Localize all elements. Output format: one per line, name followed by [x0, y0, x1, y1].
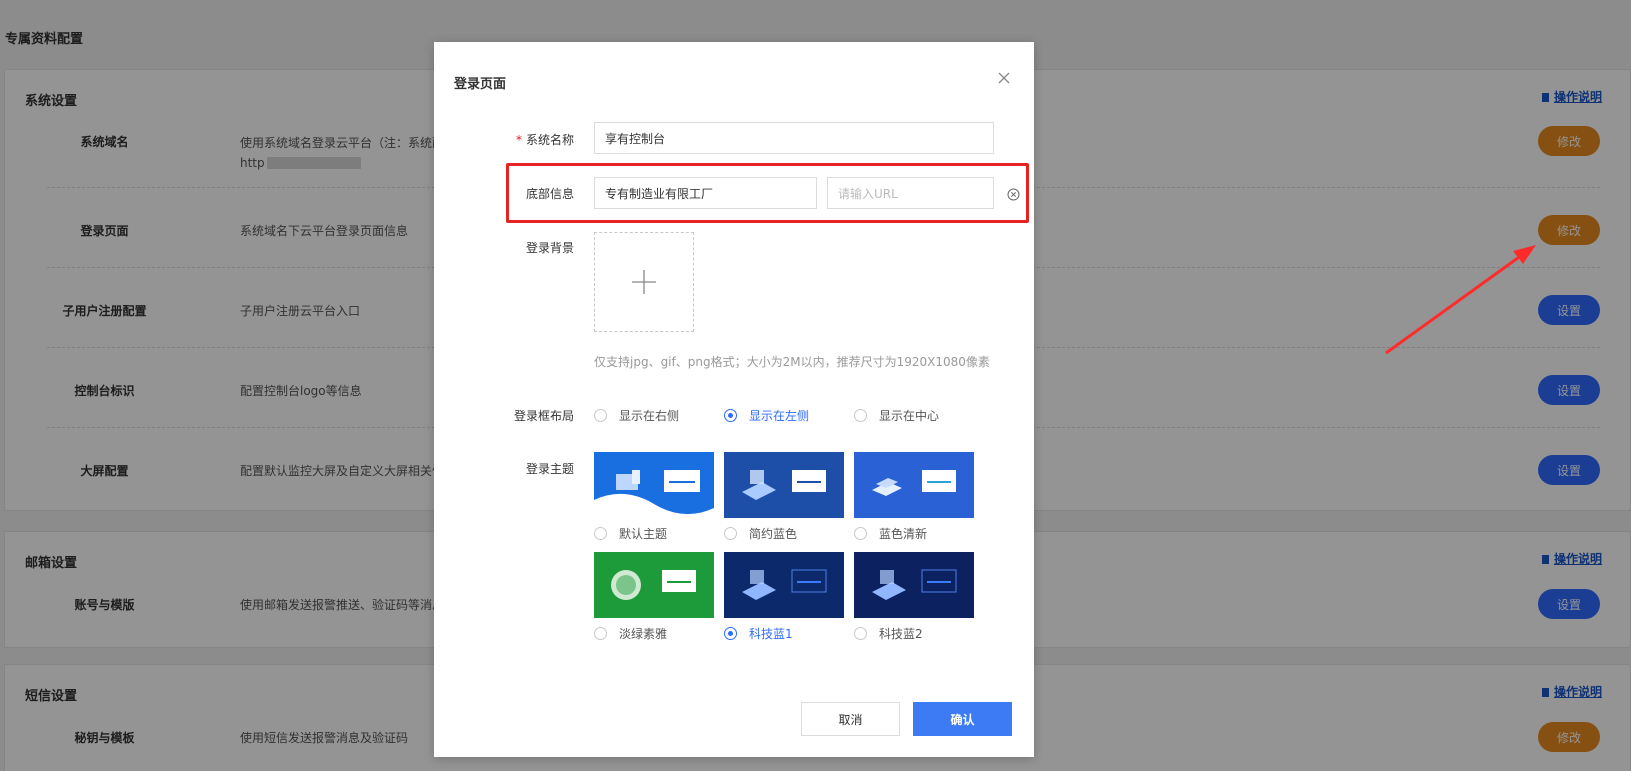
radio[interactable] [724, 409, 737, 422]
radio[interactable] [854, 627, 867, 640]
theme-option-fresh-blue[interactable]: 蓝色清新 [854, 525, 927, 542]
radio[interactable] [594, 409, 607, 422]
clear-circle-icon[interactable] [1007, 188, 1020, 201]
theme-thumbnail-tech-blue-1[interactable] [724, 552, 844, 618]
background-label: 登录背景 [525, 241, 574, 255]
radio[interactable] [854, 527, 867, 540]
theme-option-light-green[interactable]: 淡绿素雅 [594, 625, 667, 642]
dialog-title: 登录页面 [454, 77, 507, 92]
system-name-input[interactable]: 享有控制台 [594, 122, 994, 154]
theme-thumbnail-light-green[interactable] [594, 552, 714, 618]
theme-thumbnail-fresh-blue[interactable] [854, 452, 974, 518]
cancel-button[interactable]: 取消 [801, 702, 900, 736]
layout-option-right[interactable]: 显示在右侧 [594, 407, 679, 424]
upload-hint: 仅支持jpg、gif、png格式；大小为2M以内，推荐尺寸为1920X1080像… [594, 355, 990, 369]
theme-thumbnail-simple-blue[interactable] [724, 452, 844, 518]
theme-option-tech-blue-2[interactable]: 科技蓝2 [854, 625, 923, 642]
radio[interactable] [724, 627, 737, 640]
radio[interactable] [854, 409, 867, 422]
login-page-dialog: 登录页面 * 系统名称 享有控制台 底部信息 专有制造业有限工厂 请输入URL 登… [434, 42, 1034, 757]
theme-option-tech-blue-1[interactable]: 科技蓝1 [724, 625, 793, 642]
close-icon[interactable] [994, 68, 1014, 88]
radio[interactable] [594, 627, 607, 640]
layout-option-center[interactable]: 显示在中心 [854, 407, 939, 424]
plus-icon [632, 270, 656, 294]
footer-info-input[interactable]: 专有制造业有限工厂 [594, 177, 817, 209]
radio[interactable] [724, 527, 737, 540]
theme-option-simple-blue[interactable]: 简约蓝色 [724, 525, 797, 542]
theme-option-default[interactable]: 默认主题 [594, 525, 667, 542]
theme-thumbnail-tech-blue-2[interactable] [854, 552, 974, 618]
radio[interactable] [594, 527, 607, 540]
system-name-label: * 系统名称 [515, 133, 574, 147]
theme-thumbnail-default[interactable] [594, 452, 714, 518]
layout-label: 登录框布局 [513, 409, 574, 423]
footer-info-label: 底部信息 [525, 187, 574, 201]
background-upload[interactable] [594, 232, 694, 332]
theme-label: 登录主题 [525, 462, 574, 476]
confirm-button[interactable]: 确认 [913, 702, 1012, 736]
layout-option-left[interactable]: 显示在左侧 [724, 407, 809, 424]
footer-url-input[interactable]: 请输入URL [827, 177, 994, 209]
